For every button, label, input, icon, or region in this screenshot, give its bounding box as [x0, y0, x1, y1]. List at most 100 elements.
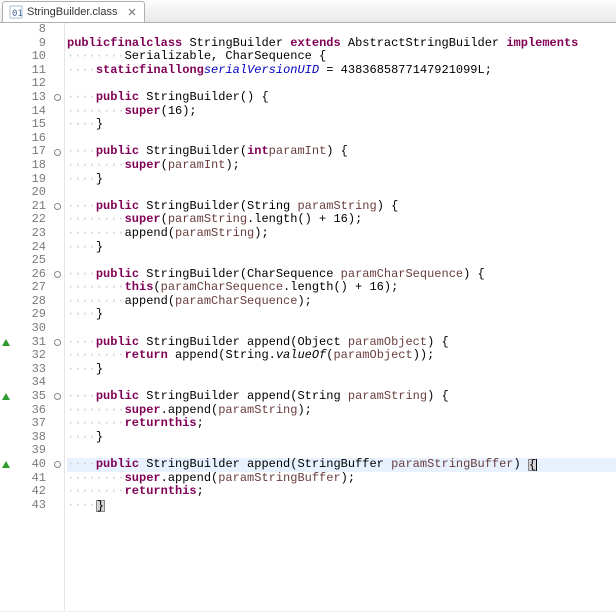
fold-cell — [50, 37, 64, 51]
code-line[interactable]: ····} — [67, 118, 616, 132]
code-line[interactable]: ····} — [67, 499, 616, 513]
code-line[interactable] — [67, 322, 616, 336]
code-line[interactable] — [67, 77, 616, 91]
close-icon[interactable] — [126, 6, 138, 18]
code-line[interactable]: ····static final long serialVersionUID =… — [67, 64, 616, 78]
editor-tab[interactable]: 01 StringBuilder.class — [2, 1, 145, 22]
code-line[interactable] — [67, 254, 616, 268]
fold-toggle-icon[interactable] — [53, 392, 62, 401]
marker-cell — [0, 322, 12, 336]
marker-cell — [0, 499, 12, 513]
code-line[interactable]: ········this(paramCharSequence.length() … — [67, 281, 616, 295]
marker-cell — [0, 376, 12, 390]
marker-cell — [0, 336, 12, 350]
code-line[interactable]: ········return this; — [67, 485, 616, 499]
svg-text:01: 01 — [12, 9, 23, 19]
code-line[interactable]: ····public StringBuilder append(Object p… — [67, 336, 616, 350]
code-line[interactable] — [67, 132, 616, 146]
code-line[interactable]: ····} — [67, 173, 616, 187]
line-number: 19 — [12, 173, 46, 187]
code-line[interactable]: ····public StringBuilder(int paramInt) { — [67, 145, 616, 159]
marker-cell — [0, 241, 12, 255]
marker-cell — [0, 458, 12, 472]
fold-toggle-icon[interactable] — [53, 93, 62, 102]
line-number: 39 — [12, 444, 46, 458]
code-line[interactable]: public final class StringBuilder extends… — [67, 37, 616, 51]
fold-cell — [50, 159, 64, 173]
fold-cell — [50, 431, 64, 445]
fold-toggle-icon[interactable] — [53, 338, 62, 347]
tab-title: StringBuilder.class — [27, 6, 118, 18]
marker-cell — [0, 77, 12, 91]
code-line[interactable]: ····public StringBuilder(String paramStr… — [67, 200, 616, 214]
fold-toggle-icon[interactable] — [53, 460, 62, 469]
code-line[interactable]: ····} — [67, 241, 616, 255]
marker-cell — [0, 281, 12, 295]
code-line[interactable] — [67, 444, 616, 458]
fold-cell — [50, 23, 64, 37]
line-number: 26 — [12, 268, 46, 282]
fold-cell — [50, 268, 64, 282]
code-line[interactable]: ····public StringBuilder append(String p… — [67, 390, 616, 404]
code-line[interactable]: ····} — [67, 363, 616, 377]
fold-cell — [50, 50, 64, 64]
code-line[interactable] — [67, 186, 616, 200]
line-number: 31 — [12, 336, 46, 350]
line-number: 35 — [12, 390, 46, 404]
code-area[interactable]: public final class StringBuilder extends… — [65, 23, 616, 611]
line-number: 8 — [12, 23, 46, 37]
fold-cell — [50, 458, 64, 472]
marker-cell — [0, 308, 12, 322]
fold-cell — [50, 472, 64, 486]
code-line[interactable]: ········Serializable, CharSequence { — [67, 50, 616, 64]
fold-toggle-icon[interactable] — [53, 202, 62, 211]
fold-cell — [50, 254, 64, 268]
line-number-gutter: 8910111213141516171819202122232425262728… — [12, 23, 50, 611]
marker-cell — [0, 295, 12, 309]
code-line[interactable]: ········super(paramString.length() + 16)… — [67, 213, 616, 227]
code-line[interactable]: ········append(paramString); — [67, 227, 616, 241]
code-editor[interactable]: 8910111213141516171819202122232425262728… — [0, 23, 616, 611]
marker-cell — [0, 390, 12, 404]
tab-bar: 01 StringBuilder.class — [0, 0, 616, 23]
code-line[interactable]: ········super(paramInt); — [67, 159, 616, 173]
fold-cell — [50, 485, 64, 499]
marker-cell — [0, 159, 12, 173]
line-number: 28 — [12, 295, 46, 309]
fold-cell — [50, 390, 64, 404]
code-line[interactable]: ········append(paramCharSequence); — [67, 295, 616, 309]
code-line[interactable] — [67, 23, 616, 37]
line-number: 43 — [12, 499, 46, 513]
code-line[interactable]: ····public StringBuilder append(StringBu… — [67, 458, 616, 472]
class-file-icon: 01 — [9, 5, 23, 19]
marker-cell — [0, 132, 12, 146]
line-number: 20 — [12, 186, 46, 200]
code-line[interactable]: ····public StringBuilder(CharSequence pa… — [67, 268, 616, 282]
code-line[interactable]: ····public StringBuilder() { — [67, 91, 616, 105]
marker-cell — [0, 444, 12, 458]
line-number: 16 — [12, 132, 46, 146]
code-line[interactable]: ········return this; — [67, 417, 616, 431]
line-number: 22 — [12, 213, 46, 227]
code-line[interactable]: ········super.append(paramStringBuffer); — [67, 472, 616, 486]
override-icon[interactable] — [2, 339, 10, 346]
code-line[interactable]: ········super(16); — [67, 105, 616, 119]
code-line[interactable]: ········return append(String.valueOf(par… — [67, 349, 616, 363]
fold-cell — [50, 404, 64, 418]
fold-cell — [50, 376, 64, 390]
line-number: 41 — [12, 472, 46, 486]
fold-toggle-icon[interactable] — [53, 148, 62, 157]
code-line[interactable]: ····} — [67, 308, 616, 322]
marker-cell — [0, 431, 12, 445]
marker-cell — [0, 173, 12, 187]
code-line[interactable]: ········super.append(paramString); — [67, 404, 616, 418]
fold-toggle-icon[interactable] — [53, 270, 62, 279]
code-line[interactable] — [67, 376, 616, 390]
line-number: 33 — [12, 363, 46, 377]
override-icon[interactable] — [2, 461, 10, 468]
fold-cell — [50, 173, 64, 187]
override-icon[interactable] — [2, 393, 10, 400]
code-line[interactable]: ····} — [67, 431, 616, 445]
fold-cell — [50, 213, 64, 227]
fold-cell — [50, 227, 64, 241]
